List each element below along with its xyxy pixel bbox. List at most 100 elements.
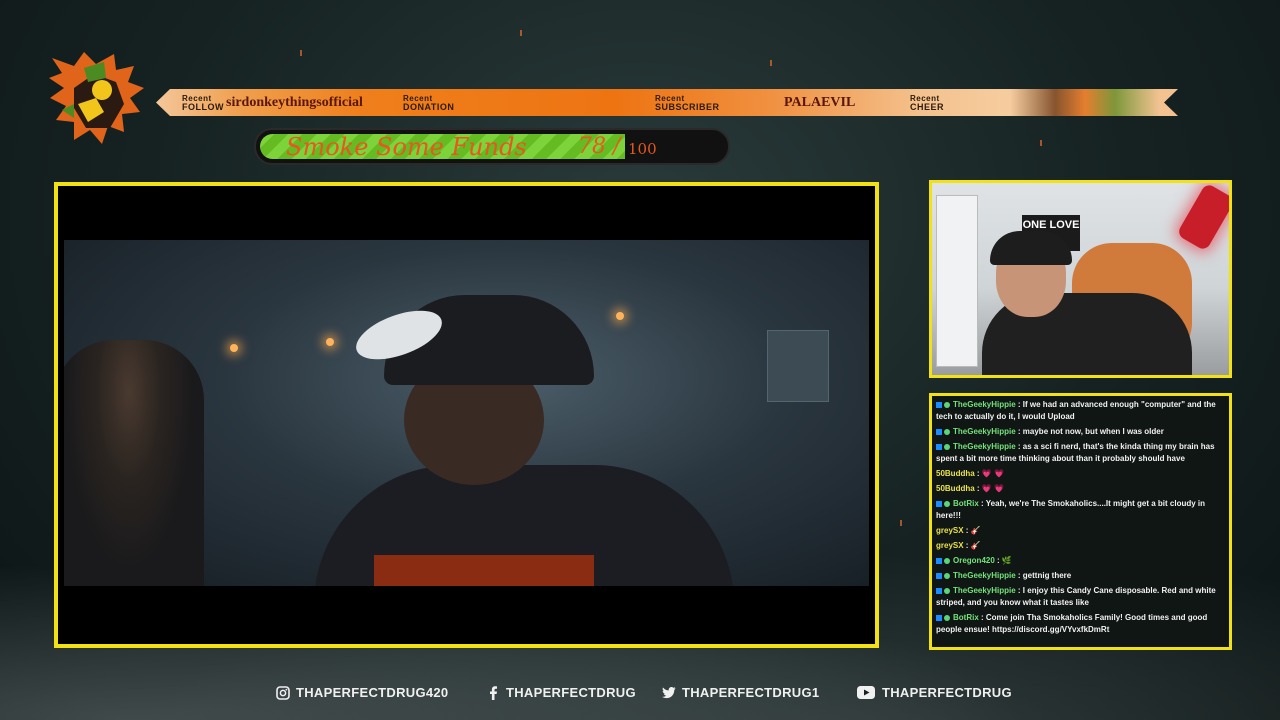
chat-username[interactable]: greySX	[936, 526, 964, 535]
recent-cheer-label: Recent CHEER	[910, 94, 945, 112]
background-window	[767, 330, 829, 402]
subscriber-badge-icon	[944, 401, 950, 408]
ember-particle	[770, 60, 772, 66]
chat-separator: :	[1015, 586, 1023, 595]
facebook-icon	[486, 685, 500, 700]
chat-separator: :	[978, 499, 986, 508]
ember-particle	[520, 30, 522, 36]
chat-text: maybe not now, but when I was older	[1022, 427, 1164, 436]
video-scene	[64, 240, 869, 586]
chat-message: TheGeekyHippie : gettnig there	[936, 570, 1225, 582]
hoodie-band	[374, 555, 594, 586]
chat-text: 🎸	[970, 526, 981, 535]
subscriber-badge-icon	[944, 587, 950, 594]
chat-username[interactable]: TheGeekyHippie	[953, 400, 1016, 409]
chat-username[interactable]: BotRix	[953, 613, 979, 622]
ember-particle	[1040, 140, 1042, 146]
subscriber-badge-icon	[944, 557, 950, 564]
webcam-door	[936, 195, 978, 367]
ember-particle	[300, 50, 302, 56]
recent-subscriber-label: Recent SUBSCRIBER	[655, 94, 720, 112]
chat-panel[interactable]: TheGeekyHippie : If we had an advanced e…	[929, 393, 1232, 650]
chat-message: BotRix : Yeah, we're The Smokaholics....…	[936, 498, 1225, 522]
chat-separator: :	[963, 541, 971, 550]
recent-events-banner: Recent FOLLOW sirdonkeythingsofficial Re…	[156, 89, 1178, 116]
chat-username[interactable]: greySX	[936, 541, 964, 550]
instagram-handle: THAPERFECTDRUG420	[296, 685, 449, 700]
chat-message: TheGeekyHippie : as a sci fi nerd, that'…	[936, 441, 1225, 465]
ember-particle	[900, 520, 902, 526]
recent-subscriber-value: PALAEVIL	[784, 95, 856, 110]
social-youtube[interactable]: THAPERFECTDRUG	[856, 685, 1012, 700]
moderator-badge-icon	[936, 614, 942, 621]
chat-message: BotRix : Come join Tha Smokaholics Famil…	[936, 612, 1225, 636]
chat-message: greySX : 🎸	[936, 540, 1225, 552]
subscriber-badge-icon	[944, 572, 950, 579]
chat-separator: :	[1015, 400, 1023, 409]
chat-text: 🌿	[1001, 556, 1012, 565]
twitter-handle: THAPERFECTDRUG1	[682, 685, 820, 700]
chat-separator: :	[994, 556, 1002, 565]
moderator-badge-icon	[936, 500, 942, 507]
chat-username[interactable]: 50Buddha	[936, 469, 975, 478]
instagram-icon	[276, 685, 290, 700]
chat-separator: :	[1015, 442, 1023, 451]
chat-username[interactable]: TheGeekyHippie	[953, 571, 1016, 580]
chat-username[interactable]: TheGeekyHippie	[953, 586, 1016, 595]
webcam-red-light	[1176, 183, 1229, 252]
youtube-handle: THAPERFECTDRUG	[882, 685, 1012, 700]
ceiling-lamp	[230, 344, 238, 352]
moderator-badge-icon	[936, 572, 942, 579]
lion-logo-icon	[49, 52, 144, 144]
chat-username[interactable]: BotRix	[953, 499, 979, 508]
youtube-icon	[856, 686, 876, 700]
chat-text: gettnig there	[1022, 571, 1072, 580]
moderator-badge-icon	[936, 443, 942, 450]
social-twitter[interactable]: THAPERFECTDRUG1	[662, 685, 819, 700]
chat-separator: :	[1015, 427, 1023, 436]
moderator-badge-icon	[936, 587, 942, 594]
donation-goal-bar: Smoke Some Funds 78 / 100	[254, 128, 730, 165]
subscriber-badge-icon	[944, 614, 950, 621]
video-person-center	[314, 295, 734, 586]
facebook-handle: THAPERFECTDRUG	[506, 685, 636, 700]
chat-separator: :	[974, 469, 982, 478]
chat-separator: :	[1015, 571, 1023, 580]
chat-text: 💗 💗	[981, 469, 1004, 478]
chat-text: 🎸	[970, 541, 981, 550]
recent-follow-label: Recent FOLLOW	[182, 94, 224, 112]
webcam-frame[interactable]: ONE LOVE	[929, 180, 1232, 378]
main-video-frame[interactable]	[54, 182, 879, 648]
goal-total: 100	[628, 140, 657, 158]
chat-separator: :	[978, 613, 986, 622]
webcam-person-beanie	[990, 231, 1072, 265]
chat-message: 50Buddha : 💗 💗	[936, 483, 1225, 495]
banner-lion-graphic	[1010, 89, 1160, 116]
chat-message: greySX : 🎸	[936, 525, 1225, 537]
subscriber-badge-icon	[944, 443, 950, 450]
video-person-left	[64, 340, 204, 586]
chat-username[interactable]: 50Buddha	[936, 484, 975, 493]
subscriber-badge-icon	[944, 500, 950, 507]
chat-username[interactable]: TheGeekyHippie	[953, 442, 1016, 451]
social-instagram[interactable]: THAPERFECTDRUG420	[276, 685, 448, 700]
chat-username[interactable]: Oregon420	[953, 556, 995, 565]
subscriber-badge-icon	[944, 428, 950, 435]
moderator-badge-icon	[936, 557, 942, 564]
moderator-badge-icon	[936, 401, 942, 408]
chat-message: TheGeekyHippie : I enjoy this Candy Cane…	[936, 585, 1225, 609]
chat-message: 50Buddha : 💗 💗	[936, 468, 1225, 480]
twitter-icon	[662, 686, 676, 700]
chat-message: Oregon420 : 🌿	[936, 555, 1225, 567]
chat-text: 💗 💗	[981, 484, 1004, 493]
chat-username[interactable]: TheGeekyHippie	[953, 427, 1016, 436]
chat-separator: :	[974, 484, 982, 493]
recent-follow-value: sirdonkeythingsofficial	[226, 95, 363, 110]
chat-separator: :	[963, 526, 971, 535]
moderator-badge-icon	[936, 428, 942, 435]
social-facebook[interactable]: THAPERFECTDRUG	[486, 685, 636, 700]
goal-label: Smoke Some Funds	[286, 133, 527, 161]
chat-message: TheGeekyHippie : maybe not now, but when…	[936, 426, 1225, 438]
goal-current: 78 /	[578, 134, 621, 159]
recent-donation-label: Recent DONATION	[403, 94, 455, 112]
